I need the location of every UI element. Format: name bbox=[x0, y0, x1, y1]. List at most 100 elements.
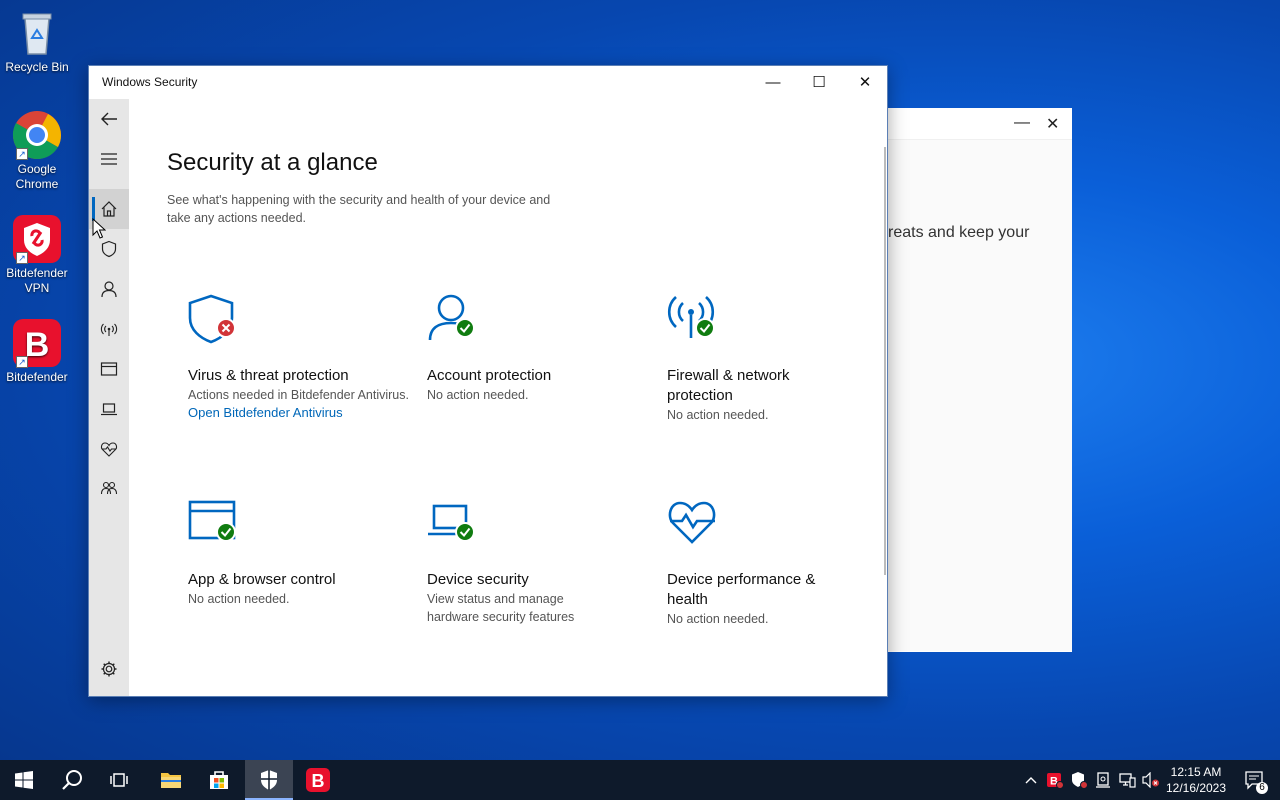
svg-text:B: B bbox=[312, 771, 325, 791]
sidebar-item-firewall-network[interactable] bbox=[89, 309, 129, 349]
desktop-icon-google-chrome[interactable]: ↗ Google Chrome bbox=[0, 110, 74, 192]
title-bar[interactable]: Windows Security — ☐ ✕ bbox=[89, 66, 887, 99]
card-title: Account protection bbox=[427, 367, 552, 384]
card-title: Device security bbox=[427, 571, 529, 588]
open-bitdefender-antivirus-link[interactable]: Open Bitdefender Antivirus bbox=[188, 404, 416, 422]
desktop-icon-label: Google Chrome bbox=[15, 162, 59, 191]
store-icon bbox=[210, 771, 228, 789]
sidebar-item-app-browser-control[interactable] bbox=[89, 349, 129, 389]
network-icon bbox=[1119, 773, 1136, 788]
speaker-muted-icon bbox=[1142, 772, 1159, 788]
shield-icon bbox=[188, 294, 234, 344]
tray-device[interactable] bbox=[1092, 760, 1114, 800]
card-firewall-network-protection[interactable]: Firewall & network protection No action … bbox=[667, 292, 895, 424]
windows-security-window: Windows Security — ☐ ✕ Security at a gla… bbox=[88, 65, 888, 697]
bitdefender-vpn-icon: ↗ bbox=[12, 214, 62, 264]
tray-windows-security[interactable] bbox=[1068, 760, 1090, 800]
folder-icon bbox=[161, 773, 181, 788]
card-title: Firewall & network protection bbox=[667, 367, 790, 404]
card-description: No action needed. bbox=[188, 592, 290, 606]
background-window-titlebar[interactable]: — ✕ bbox=[888, 108, 1072, 140]
start-button[interactable] bbox=[0, 760, 48, 800]
background-window-text: reats and keep your bbox=[888, 224, 1030, 241]
background-window[interactable]: — ✕ reats and keep your bbox=[888, 108, 1072, 652]
card-app-browser-control[interactable]: App & browser control No action needed. bbox=[188, 496, 416, 608]
card-description: No action needed. bbox=[667, 612, 769, 626]
ok-badge-icon bbox=[455, 318, 475, 338]
laptop-icon bbox=[428, 504, 468, 536]
back-arrow-icon bbox=[101, 112, 117, 126]
window-title: Windows Security bbox=[102, 75, 198, 89]
task-view-button[interactable] bbox=[96, 760, 144, 800]
clock-time: 12:15 AM bbox=[1170, 765, 1222, 779]
search-icon bbox=[62, 770, 82, 790]
gear-icon bbox=[101, 661, 117, 677]
show-hidden-icons-button[interactable] bbox=[1020, 760, 1042, 800]
card-device-performance-health[interactable]: Device performance & health No action ne… bbox=[667, 496, 895, 628]
back-button[interactable] bbox=[89, 99, 129, 139]
desktop-icon-label: Bitdefender VPN bbox=[6, 266, 68, 295]
sidebar-item-family-options[interactable] bbox=[89, 469, 129, 509]
taskbar-clock[interactable]: 12:15 AM 12/16/2023 bbox=[1160, 764, 1232, 796]
card-title: Device performance & health bbox=[667, 571, 816, 608]
file-explorer-button[interactable] bbox=[147, 760, 195, 800]
shield-icon bbox=[101, 240, 117, 258]
sidebar-item-settings[interactable] bbox=[89, 649, 129, 689]
tray-network[interactable] bbox=[1116, 760, 1138, 800]
minimize-button[interactable]: — bbox=[750, 66, 796, 98]
hamburger-menu-icon bbox=[101, 153, 117, 165]
card-account-protection[interactable]: Account protection No action needed. bbox=[427, 292, 655, 404]
hamburger-menu-button[interactable] bbox=[89, 139, 129, 179]
notification-count-badge: 6 bbox=[1256, 782, 1268, 794]
tray-volume[interactable] bbox=[1140, 760, 1162, 800]
browser-window-icon bbox=[188, 500, 236, 540]
action-center-button[interactable]: 6 bbox=[1234, 760, 1274, 800]
search-button[interactable] bbox=[48, 760, 96, 800]
desktop-icon-bitdefender[interactable]: B ↗ Bitdefender bbox=[0, 318, 74, 385]
maximize-button[interactable]: ☐ bbox=[796, 66, 842, 98]
error-badge-icon bbox=[216, 318, 236, 338]
card-virus-threat-protection[interactable]: Virus & threat protection Actions needed… bbox=[188, 292, 416, 422]
minimize-icon: — bbox=[765, 73, 781, 91]
tray-bitdefender[interactable]: B bbox=[1044, 760, 1066, 800]
task-view-icon bbox=[110, 773, 128, 787]
browser-window-icon bbox=[100, 362, 118, 376]
ok-badge-icon bbox=[216, 522, 236, 542]
desktop-icon-label: Recycle Bin bbox=[5, 60, 69, 74]
wifi-antenna-icon bbox=[100, 323, 118, 336]
maximize-icon: ☐ bbox=[812, 74, 826, 91]
main-content: Security at a glance See what's happenin… bbox=[129, 99, 887, 696]
bitdefender-tray-icon: B bbox=[1047, 773, 1064, 789]
card-description: No action needed. bbox=[667, 408, 769, 422]
chevron-up-icon bbox=[1025, 777, 1037, 784]
close-button[interactable]: ✕ bbox=[842, 66, 888, 98]
bitdefender-icon: B bbox=[306, 768, 330, 792]
heart-pulse-icon bbox=[668, 501, 716, 544]
page-subtitle: See what's happening with the security a… bbox=[167, 193, 551, 225]
card-description: View status and manage hardware security… bbox=[427, 592, 575, 624]
desktop-icon-label: Bitdefender bbox=[6, 370, 68, 384]
mouse-cursor-icon bbox=[92, 218, 106, 239]
background-close-button[interactable]: ✕ bbox=[1046, 114, 1059, 134]
microsoft-store-button[interactable] bbox=[195, 760, 243, 800]
person-icon bbox=[101, 281, 117, 298]
close-icon: ✕ bbox=[858, 74, 872, 91]
person-icon bbox=[428, 294, 465, 341]
sidebar-item-account-protection[interactable] bbox=[89, 269, 129, 309]
bitdefender-taskbar-button[interactable]: B bbox=[294, 760, 342, 800]
desktop-icon-bitdefender-vpn[interactable]: ↗ Bitdefender VPN bbox=[0, 214, 74, 296]
device-icon bbox=[1096, 772, 1110, 788]
home-icon bbox=[101, 201, 117, 217]
bitdefender-icon: B ↗ bbox=[12, 318, 62, 368]
card-title: Virus & threat protection bbox=[188, 367, 349, 384]
desktop-icon-recycle-bin[interactable]: Recycle Bin bbox=[0, 8, 74, 75]
ok-badge-icon bbox=[695, 318, 715, 338]
windows-security-taskbar-button[interactable] bbox=[245, 760, 293, 800]
sidebar-item-device-performance[interactable] bbox=[89, 429, 129, 469]
laptop-icon bbox=[101, 403, 117, 416]
shield-warning-icon bbox=[1072, 772, 1088, 789]
sidebar-item-device-security[interactable] bbox=[89, 389, 129, 429]
card-device-security[interactable]: Device security View status and manage h… bbox=[427, 496, 655, 626]
card-title: App & browser control bbox=[188, 571, 336, 588]
background-minimize-button[interactable]: — bbox=[1014, 114, 1030, 132]
